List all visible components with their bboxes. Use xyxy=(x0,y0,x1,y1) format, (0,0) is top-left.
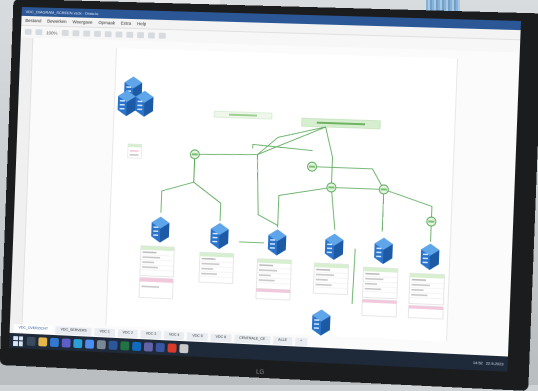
info-card-6[interactable] xyxy=(409,273,445,305)
delete-icon[interactable] xyxy=(104,31,111,37)
window-title: VDC_DIAGRAM_SCREEN.vsdx - Draw.io xyxy=(26,9,99,16)
info-card-pink-1[interactable] xyxy=(139,277,173,298)
monitor-brand-logo: LG xyxy=(256,370,264,376)
monitor: VDC_DIAGRAM_SCREEN.vsdx - Draw.io Bestan… xyxy=(0,0,538,391)
settings-icon[interactable] xyxy=(97,340,106,349)
server-node-4[interactable] xyxy=(325,233,344,260)
zoom-out-icon[interactable] xyxy=(72,30,79,36)
fill-color-icon[interactable] xyxy=(115,31,122,37)
zoom-level[interactable]: 100% xyxy=(46,30,57,35)
switch-label-main[interactable] xyxy=(302,118,381,129)
info-card-2[interactable] xyxy=(199,252,234,283)
tab-page-7[interactable]: VDC 5 xyxy=(187,332,208,341)
edge-icon[interactable] xyxy=(73,339,82,348)
menu-item-bestand[interactable]: Bestand xyxy=(25,18,41,23)
visio-icon[interactable] xyxy=(156,343,165,352)
hub-5[interactable] xyxy=(307,162,316,171)
mail-icon[interactable] xyxy=(50,338,59,347)
hub-4[interactable] xyxy=(427,217,437,226)
system-tray[interactable]: 14:52 22-9-2023 xyxy=(473,360,504,366)
tab-page-3[interactable]: VDC 1 xyxy=(94,328,114,337)
network-diagram xyxy=(10,38,520,357)
zoom-in-icon[interactable] xyxy=(61,30,68,36)
tab-page-5[interactable]: VDC 3 xyxy=(141,330,162,339)
tab-page-8[interactable]: VDC 6 xyxy=(210,333,231,342)
info-card-pink-2[interactable] xyxy=(256,289,290,301)
search-icon[interactable] xyxy=(27,337,36,346)
undo-icon[interactable] xyxy=(83,30,90,36)
info-card-pink-3[interactable] xyxy=(362,299,397,317)
add-page-button[interactable]: + xyxy=(295,337,307,346)
server-node-5[interactable] xyxy=(374,237,393,264)
info-card-5[interactable] xyxy=(362,267,398,299)
calc-icon[interactable] xyxy=(179,344,188,353)
legend-card[interactable] xyxy=(128,144,142,158)
page-view-icon[interactable] xyxy=(25,29,32,35)
redo-icon[interactable] xyxy=(93,31,100,37)
insert-icon[interactable] xyxy=(147,32,154,38)
chat-icon[interactable] xyxy=(62,338,71,347)
file-explorer-icon[interactable] xyxy=(38,337,47,346)
root-label[interactable] xyxy=(214,111,272,119)
tab-page-10[interactable]: ALLE xyxy=(273,336,292,345)
acrobat-icon[interactable] xyxy=(167,343,176,352)
monitor-screen: VDC_DIAGRAM_SCREEN.vsdx - Draw.io Bestan… xyxy=(9,7,521,372)
server-node-bottom[interactable] xyxy=(312,309,331,336)
hub-1[interactable] xyxy=(190,150,199,159)
menu-item-extra[interactable]: Extra xyxy=(121,21,132,26)
teams-icon[interactable] xyxy=(144,342,153,351)
info-card-3[interactable] xyxy=(256,259,291,290)
line-color-icon[interactable] xyxy=(126,32,133,38)
format-icon[interactable] xyxy=(35,29,42,35)
server-node-1[interactable] xyxy=(151,216,170,243)
hub-2[interactable] xyxy=(327,183,336,192)
server-node-3[interactable] xyxy=(268,229,287,256)
server-cluster-icon[interactable] xyxy=(117,76,154,117)
info-card-1[interactable] xyxy=(140,246,175,277)
table-icon[interactable] xyxy=(158,33,165,39)
outlook-icon[interactable] xyxy=(132,342,141,351)
info-card-4[interactable] xyxy=(313,263,348,295)
store-icon[interactable] xyxy=(85,339,94,348)
menu-item-weergave[interactable]: Weergave xyxy=(72,19,92,25)
tab-page-6[interactable]: VDC 4 xyxy=(164,331,185,340)
waypoint-icon[interactable] xyxy=(137,32,144,38)
excel-icon[interactable] xyxy=(120,341,129,350)
start-button[interactable] xyxy=(13,336,23,346)
menu-item-bewerken[interactable]: Bewerken xyxy=(47,19,67,24)
info-card-pink-4[interactable] xyxy=(408,305,443,319)
date: 22-9-2023 xyxy=(486,361,504,366)
clock: 14:52 xyxy=(473,360,483,365)
word-icon[interactable] xyxy=(108,341,117,350)
server-node-2[interactable] xyxy=(210,223,229,250)
menu-item-opmaak[interactable]: Opmaak xyxy=(98,20,115,25)
menu-item-help[interactable]: Help xyxy=(137,21,146,26)
hub-3[interactable] xyxy=(379,185,388,194)
diagram-canvas[interactable] xyxy=(10,38,520,357)
tab-page-9[interactable]: CENTRALE_CE xyxy=(234,335,270,345)
tab-page-4[interactable]: VDC 2 xyxy=(117,329,138,338)
server-node-6[interactable] xyxy=(420,243,439,270)
